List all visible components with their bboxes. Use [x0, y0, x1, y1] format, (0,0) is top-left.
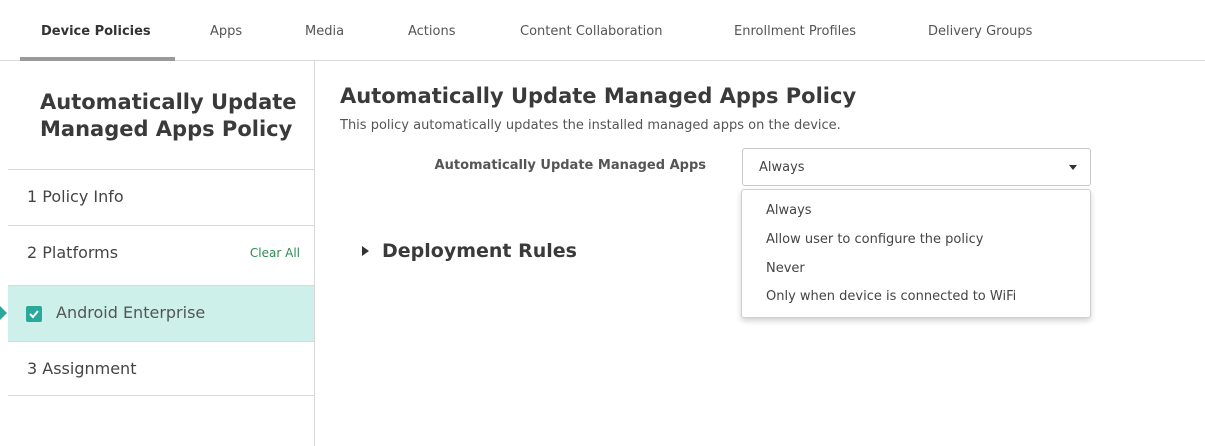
deployment-rules-label: Deployment Rules [382, 240, 577, 262]
policy-steps-panel: Automatically Update Managed Apps Policy… [0, 61, 315, 446]
step-assignment[interactable]: 3 Assignment [8, 341, 314, 397]
step-android-enterprise[interactable]: Android Enterprise [0, 285, 314, 341]
step-label: 3 Assignment [27, 359, 137, 378]
caret-right-icon [362, 246, 369, 256]
tab-content-collaboration[interactable]: Content Collaboration [520, 24, 662, 39]
option-never[interactable]: Never [766, 261, 805, 276]
page-title: Automatically Update Managed Apps Policy [340, 84, 857, 108]
step-label: 2 Platforms [27, 243, 119, 262]
tab-delivery-groups[interactable]: Delivery Groups [928, 24, 1032, 39]
select-value: Always [759, 160, 805, 175]
step-policy-info[interactable]: 1 Policy Info [8, 169, 314, 225]
update-apps-dropdown-menu: Always Allow user to configure the polic… [741, 189, 1091, 318]
option-allow-user-configure[interactable]: Allow user to configure the policy [766, 232, 983, 247]
update-apps-field-label: Automatically Update Managed Apps [434, 158, 706, 173]
option-only-wifi[interactable]: Only when device is connected to WiFi [766, 289, 1016, 304]
tab-media[interactable]: Media [305, 24, 344, 39]
selected-indicator-icon [0, 306, 7, 320]
tab-actions[interactable]: Actions [408, 24, 456, 39]
option-always[interactable]: Always [766, 203, 812, 218]
top-tab-bar: Device Policies Apps Media Actions Conte… [0, 0, 1205, 61]
update-apps-select[interactable]: Always [742, 148, 1091, 186]
caret-down-icon [1069, 165, 1077, 170]
divider [8, 395, 314, 396]
page-description: This policy automatically updates the in… [340, 118, 841, 133]
android-enterprise-checkbox[interactable] [26, 306, 42, 322]
clear-all-link[interactable]: Clear All [250, 246, 300, 260]
checkmark-icon [29, 310, 39, 319]
sidebar-title: Automatically Update Managed Apps Policy [40, 90, 297, 141]
step-platforms[interactable]: 2 Platforms Clear All [8, 225, 314, 281]
step-label: Android Enterprise [56, 303, 206, 322]
tab-device-policies[interactable]: Device Policies [41, 24, 151, 39]
tab-enrollment-profiles[interactable]: Enrollment Profiles [734, 24, 856, 39]
tab-apps[interactable]: Apps [210, 24, 242, 39]
step-label: 1 Policy Info [27, 187, 124, 206]
